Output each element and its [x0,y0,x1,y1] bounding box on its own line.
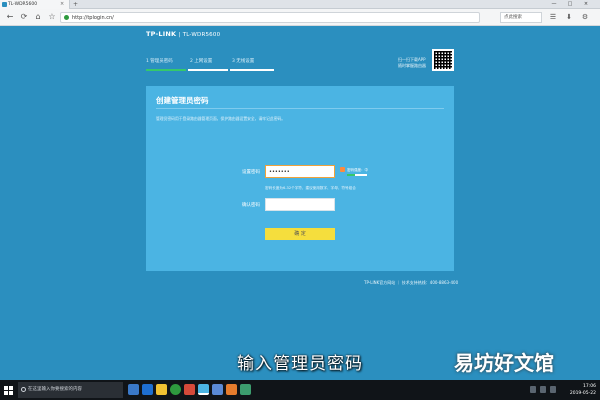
windows-taskbar: 在这里输入你要搜索的内容 17:06 2019-05-22 [0,380,600,400]
step-progress-2 [188,69,228,71]
brand-logo: TP-LINK | TL-WDR5600 [146,30,221,38]
app-icon[interactable] [212,384,223,395]
windows-start-icon[interactable] [4,386,13,395]
reload-icon[interactable]: ⟳ [18,11,30,23]
address-url: http://tplogin.cn/ [72,15,114,21]
tab-title: TL-WDR5600 [8,2,38,7]
back-arrow-icon[interactable]: ← [4,11,16,23]
confirm-button[interactable]: 确 定 [265,228,335,240]
qr-code-icon [432,49,454,71]
maximize-button[interactable]: □ [564,0,576,9]
panel-description: 管理员密码用于登录路由器管理页面，保护路由器设置安全，请牢记此密码。 [156,116,286,121]
file-explorer-icon[interactable] [156,384,167,395]
home-icon[interactable]: ⌂ [32,11,44,23]
app-download-text: 扫一扫下载APP 随时掌握路由器 [398,57,426,68]
download-icon[interactable]: ⬇ [564,12,574,23]
confirm-password-label: 确认密码 [242,203,260,208]
browser-tabstrip: TL-WDR5600 × + — □ × [0,0,600,9]
taskbar-clock[interactable]: 17:06 2019-05-22 [566,383,596,397]
tp-link-favicon-icon [2,2,7,7]
panel-title: 创建管理员密码 [156,96,209,105]
browser-search-input[interactable]: 点此搜索 [500,12,542,23]
clock-time: 17:06 [583,384,596,389]
password-strength-bar [347,174,367,176]
minimize-button[interactable]: — [548,0,560,9]
password-label: 设置密码 [242,170,260,175]
task-view-icon[interactable] [128,384,139,395]
step-admin-password: 1 管理员密码 [146,59,173,64]
app-icon[interactable] [226,384,237,395]
search-icon [21,387,26,392]
settings-gear-icon[interactable]: ⚙ [580,12,590,23]
volume-icon[interactable] [540,386,546,393]
new-tab-button[interactable]: + [73,0,78,9]
step-wireless-settings: 3 无线设置 [232,59,255,64]
close-window-button[interactable]: × [580,0,592,9]
brand-name: TP-LINK [146,30,177,38]
password-field[interactable]: ••••••• [265,165,335,178]
model-name: TL-WDR5600 [182,32,221,38]
confirm-password-field[interactable] [265,198,335,211]
bookmark-star-icon[interactable]: ☆ [46,11,58,23]
setup-steps: 1 管理员密码 2 上网设置 3 无线设置 [146,58,276,72]
password-strength-label: 密码强度：中 [347,168,368,172]
address-bar[interactable]: http://tplogin.cn/ [60,12,480,23]
edge-browser-icon[interactable] [142,384,153,395]
watermark-logo: 易坊好文馆 [454,351,554,375]
page-footer: TP-LINK官方网站 ｜ 技术支持热线：400-8863-400 [364,280,459,285]
tab-router-admin[interactable]: TL-WDR5600 × [0,0,70,9]
step-internet-settings: 2 上网设置 [190,59,213,64]
warning-icon [340,167,345,172]
create-password-panel: 创建管理员密码 管理员密码用于登录路由器管理页面，保护路由器设置安全，请牢记此密… [146,86,454,271]
browser-toolbar: ← ⟳ ⌂ ☆ http://tplogin.cn/ 点此搜索 ☰ ⬇ ⚙ [0,9,600,26]
tab-close-icon[interactable]: × [60,0,64,9]
menu-icon[interactable]: ☰ [548,12,558,23]
input-method-icon[interactable] [550,386,556,393]
clock-date: 2019-05-22 [569,391,596,396]
password-hint: 密码长度为6-32个字符，建议使用数字、字母、符号组合 [265,186,356,190]
secure-site-icon [64,15,69,20]
network-icon[interactable] [530,386,536,393]
office-app-icon[interactable] [184,384,195,395]
chrome-browser-icon[interactable] [170,384,181,395]
taskbar-search-input[interactable]: 在这里输入你要搜索的内容 [18,382,123,398]
app-icon[interactable] [240,384,251,395]
active-browser-icon[interactable] [198,384,209,395]
router-setup-page: TP-LINK | TL-WDR5600 1 管理员密码 2 上网设置 3 无线… [0,27,600,380]
panel-divider [156,108,444,109]
step-progress-3 [230,69,274,71]
step-progress-active [146,69,186,71]
